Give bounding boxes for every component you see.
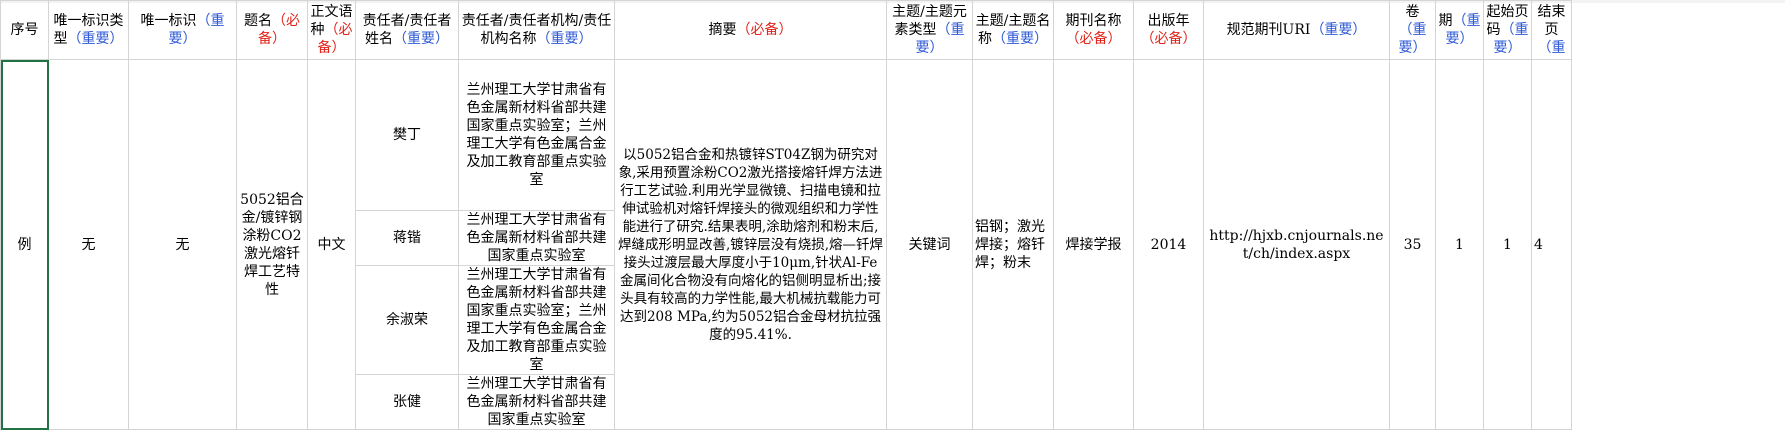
- header-row: 序号 唯一标识类型（重要） 唯一标识（重要） 题名（必备） 正文语种（必备） 责任者/责任…: [0, 0, 1572, 60]
- header-label: 期刊名称: [1065, 13, 1122, 29]
- header-cell[interactable]: 规范期刊URI（重要）: [1203, 0, 1390, 60]
- cell-volume[interactable]: 35: [1389, 59, 1436, 430]
- volume-value: 35: [1403, 236, 1422, 253]
- header-label: 出版年: [1147, 13, 1190, 29]
- cell-title[interactable]: 5052铝合金/镀锌钢涂粉CO2激光熔钎焊工艺特性: [236, 59, 308, 430]
- header-note: （重要）: [536, 31, 593, 47]
- spreadsheet-grid: 序号 唯一标识类型（重要） 唯一标识（重要） 题名（必备） 正文语种（必备） 责任者/责任…: [0, 0, 1785, 433]
- subject-type-value: 关键词: [908, 236, 951, 253]
- header-cell[interactable]: 责任者/责任者机构/责任机构名称（重要）: [458, 0, 615, 60]
- cell-uri[interactable]: http://hjxb.cnjournals.net/ch/index.aspx: [1203, 59, 1390, 430]
- header-cell[interactable]: 唯一标识类型（重要）: [48, 0, 129, 60]
- cell-seq[interactable]: 例: [0, 59, 49, 430]
- cell-year[interactable]: 2014: [1133, 59, 1204, 430]
- header-label: 摘要: [708, 22, 737, 38]
- header-cell[interactable]: 起始页码（重要）: [1483, 0, 1532, 60]
- subject-name-value: 铝钢；激光焊接；熔钎焊；粉末: [975, 218, 1045, 271]
- cell-author-2[interactable]: 蒋锴: [355, 210, 459, 266]
- journal-value: 焊接学报: [1065, 236, 1122, 253]
- cell-issue[interactable]: 1: [1435, 59, 1484, 430]
- header-cell[interactable]: 主题/主题名称（重要）: [972, 0, 1054, 60]
- author-name: 张健: [393, 394, 421, 410]
- abstract-value: 以5052铝合金和热镀锌ST04Z钢为研究对象,采用预置涂粉CO2激光搭接熔钎焊…: [617, 146, 884, 343]
- author-org: 兰州理工大学甘肃省有色金属新材料省部共建国家重点实验室: [466, 376, 607, 428]
- cell-subject-type[interactable]: 关键词: [886, 59, 973, 430]
- header-label: 期: [1438, 13, 1453, 29]
- header-cell[interactable]: 卷 （重要）: [1389, 0, 1436, 60]
- author-org: 兰州理工大学甘肃省有色金属新材料省部共建国家重点实验室；兰州理工大学有色金属合金…: [466, 82, 607, 188]
- header-cell[interactable]: 出版年 （必备）: [1133, 0, 1204, 60]
- title-value: 5052铝合金/镀锌钢涂粉CO2激光熔钎焊工艺特性: [240, 191, 304, 298]
- cell-author-3[interactable]: 余淑荣: [355, 265, 459, 375]
- header-note: （必备）: [1065, 31, 1122, 47]
- header-cell[interactable]: 正文语种（必备）: [307, 0, 356, 60]
- cell-id-type[interactable]: 无: [48, 59, 129, 430]
- header-note: （重要）: [1310, 22, 1367, 38]
- header-note: （重要）: [393, 31, 449, 47]
- header-label: 唯一标识: [140, 13, 197, 29]
- header-cell[interactable]: 结束页 （重: [1531, 0, 1572, 60]
- author-org: 兰州理工大学甘肃省有色金属新材料省部共建国家重点实验室: [466, 212, 607, 264]
- author-org: 兰州理工大学甘肃省有色金属新材料省部共建国家重点实验室；兰州理工大学有色金属合金…: [466, 267, 607, 373]
- header-cell[interactable]: 主题/主题元素类型（重要）: [886, 0, 973, 60]
- header-note: （重要）: [67, 31, 124, 47]
- header-cell[interactable]: 期（重要）: [1435, 0, 1484, 60]
- cell-start-page[interactable]: 1: [1483, 59, 1532, 430]
- header-note: （必备）: [1140, 31, 1197, 47]
- year-value: 2014: [1150, 236, 1187, 253]
- cell-author-1[interactable]: 樊丁: [355, 59, 459, 211]
- header-note: （重要）: [1398, 22, 1427, 56]
- author-name: 蒋锴: [393, 230, 421, 246]
- id-type-value: 无: [81, 236, 96, 253]
- end-page-value: 4: [1534, 236, 1543, 253]
- cell-subject-name[interactable]: 铝钢；激光焊接；熔钎焊；粉末: [972, 59, 1054, 430]
- header-cell[interactable]: 期刊名称 （必备）: [1053, 0, 1134, 60]
- cell-org-3[interactable]: 兰州理工大学甘肃省有色金属新材料省部共建国家重点实验室；兰州理工大学有色金属合金…: [458, 265, 615, 375]
- header-cell[interactable]: 题名（必备）: [236, 0, 308, 60]
- header-label: 结束页: [1537, 4, 1566, 38]
- cell-abstract[interactable]: 以5052铝合金和热镀锌ST04Z钢为研究对象,采用预置涂粉CO2激光搭接熔钎焊…: [614, 59, 887, 430]
- seq-value: 例: [17, 236, 32, 253]
- cell-id[interactable]: 无: [128, 59, 237, 430]
- cell-end-page[interactable]: 4: [1531, 59, 1572, 430]
- id-value: 无: [175, 236, 190, 253]
- cell-org-4[interactable]: 兰州理工大学甘肃省有色金属新材料省部共建国家重点实验室: [458, 374, 615, 430]
- cell-org-1[interactable]: 兰州理工大学甘肃省有色金属新材料省部共建国家重点实验室；兰州理工大学有色金属合金…: [458, 59, 615, 211]
- header-cell[interactable]: 责任者/责任者姓名（重要）: [355, 0, 459, 60]
- header-cell[interactable]: 摘要（必备）: [614, 0, 887, 60]
- start-page-value: 1: [1503, 236, 1512, 253]
- header-cell[interactable]: 唯一标识（重要）: [128, 0, 237, 60]
- author-name: 余淑荣: [386, 312, 428, 328]
- header-label: 序号: [10, 22, 39, 38]
- cell-org-2[interactable]: 兰州理工大学甘肃省有色金属新材料省部共建国家重点实验室: [458, 210, 615, 266]
- header-label: 规范期刊URI: [1226, 22, 1311, 38]
- language-value: 中文: [317, 236, 346, 253]
- header-note: （重: [1537, 40, 1566, 56]
- uri-value: http://hjxb.cnjournals.net/ch/index.aspx: [1209, 227, 1384, 262]
- cell-language[interactable]: 中文: [307, 59, 356, 430]
- header-note: （必备）: [736, 22, 793, 38]
- cell-journal[interactable]: 焊接学报: [1053, 59, 1134, 430]
- header-label: 题名: [244, 13, 272, 29]
- header-label: 卷: [1405, 4, 1420, 20]
- header-cell[interactable]: 序号: [0, 0, 49, 60]
- author-name: 樊丁: [393, 127, 421, 143]
- cell-author-4[interactable]: 张健: [355, 374, 459, 430]
- issue-value: 1: [1455, 236, 1464, 253]
- metadata-table: 序号 唯一标识类型（重要） 唯一标识（重要） 题名（必备） 正文语种（必备） 责任者/责任…: [0, 0, 1572, 430]
- header-note: （重要）: [992, 31, 1048, 47]
